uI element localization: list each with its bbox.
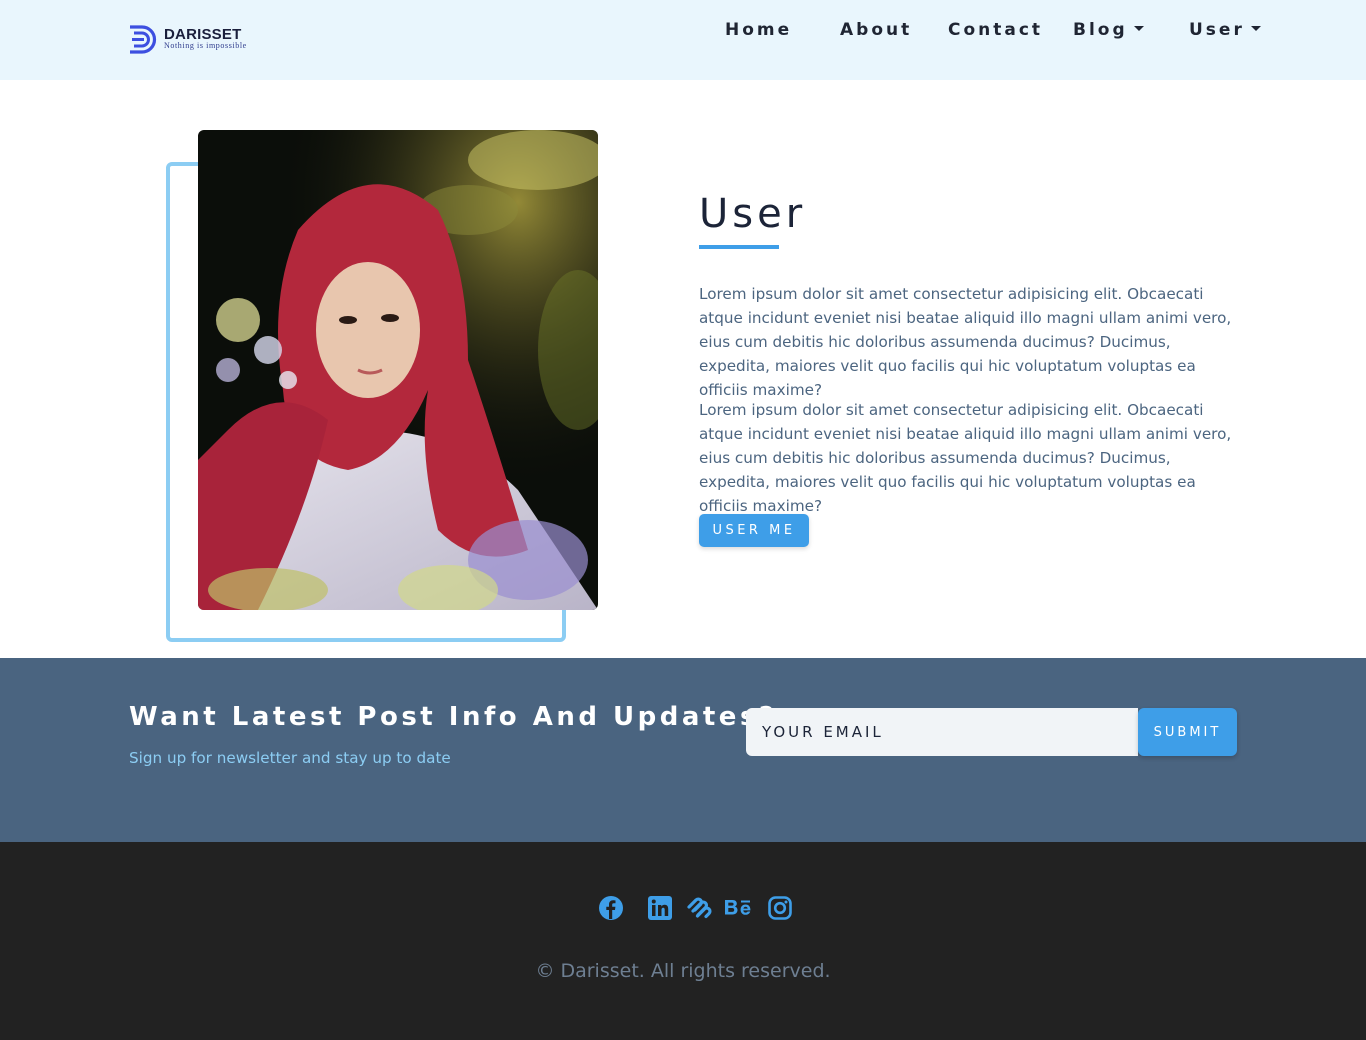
title-underline — [699, 245, 779, 249]
nav-user-dropdown[interactable]: User — [1189, 20, 1261, 44]
nav-about[interactable]: About — [840, 20, 912, 44]
about-title: User — [699, 191, 807, 237]
footer: © Darisset. All rights reserved. — [0, 842, 1366, 1040]
logo-d-icon — [130, 25, 157, 54]
nav-user-label: User — [1189, 20, 1245, 40]
newsletter-title: Want Latest Post Info And Updates? — [129, 702, 778, 732]
instagram-icon[interactable] — [767, 895, 793, 921]
facebook-icon[interactable] — [598, 895, 624, 921]
brand-tagline: Nothing is impossible — [164, 41, 247, 50]
caret-down-icon — [1133, 25, 1144, 31]
nav-blog-dropdown[interactable]: Blog — [1073, 20, 1144, 44]
user-photo — [198, 130, 598, 610]
navbar: DARISSET Nothing is impossible Home Abou… — [0, 0, 1366, 80]
newsletter-subtitle: Sign up for newsletter and stay up to da… — [129, 749, 451, 767]
about-paragraph-2: Lorem ipsum dolor sit amet consectetur a… — [699, 401, 1232, 515]
about-paragraph-1: Lorem ipsum dolor sit amet consectetur a… — [699, 285, 1232, 399]
newsletter-section: Want Latest Post Info And Updates? Sign … — [0, 658, 1366, 842]
brand-logo[interactable]: DARISSET Nothing is impossible — [128, 24, 248, 58]
nav-home[interactable]: Home — [725, 20, 792, 44]
copyright-text: © Darisset. All rights reserved. — [535, 960, 831, 982]
nav-blog-label: Blog — [1073, 20, 1128, 40]
caret-down-icon — [1250, 25, 1261, 31]
nav-contact[interactable]: Contact — [948, 20, 1043, 44]
linkedin-icon[interactable] — [647, 895, 673, 921]
submit-button[interactable]: SUBMIT — [1138, 708, 1237, 756]
email-input[interactable] — [746, 708, 1138, 756]
user-me-button[interactable]: USER ME — [699, 514, 809, 547]
behance-icon[interactable] — [724, 895, 754, 921]
squarespace-icon[interactable] — [686, 895, 712, 921]
